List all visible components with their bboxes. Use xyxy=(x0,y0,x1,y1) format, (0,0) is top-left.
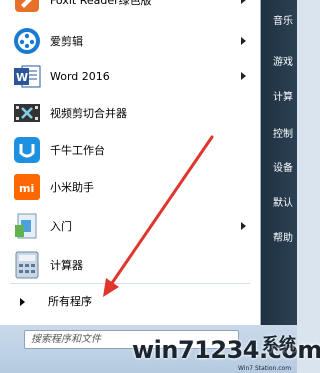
getting-started-icon xyxy=(12,211,42,241)
submenu-arrow-icon xyxy=(241,37,246,45)
right-item-default-programs[interactable]: 默认 xyxy=(273,194,293,209)
program-item-video-cutter[interactable]: 视频剪切合并器 xyxy=(0,95,258,132)
right-item-games[interactable]: 游戏 xyxy=(273,53,293,68)
svg-text:mi: mi xyxy=(19,182,34,195)
start-menu-right-column: 音乐 游戏 计算 控制 设备 默认 帮助 xyxy=(261,0,297,325)
program-item-mi-assistant[interactable]: mi 小米助手 xyxy=(0,169,258,206)
submenu-arrow-icon xyxy=(241,222,246,230)
program-item-getting-started[interactable]: 入门 xyxy=(0,208,258,245)
program-label: Word 2016 xyxy=(50,70,110,83)
right-item-devices[interactable]: 设备 xyxy=(273,159,293,174)
svg-text:W: W xyxy=(16,71,28,84)
start-menu-program-list: Foxit Reader绿色版 爱剪辑 W Word 2016 视频剪切合并器 … xyxy=(0,0,261,325)
program-item-word[interactable]: W Word 2016 xyxy=(0,58,258,95)
qianniu-icon xyxy=(12,135,42,165)
watermark: win71234.com 系统 Win7 Station.com xyxy=(130,330,320,373)
watermark-brand: 系统 xyxy=(262,335,296,355)
program-label: 视频剪切合并器 xyxy=(50,107,127,120)
program-label: 入门 xyxy=(50,220,72,233)
foxit-reader-icon xyxy=(12,0,42,15)
submenu-arrow-icon xyxy=(241,0,246,4)
calculator-icon xyxy=(12,250,42,280)
program-label: 计算器 xyxy=(50,259,83,272)
right-item-control-panel[interactable]: 控制 xyxy=(273,125,293,140)
aijianji-icon xyxy=(12,26,42,56)
video-cutter-icon xyxy=(12,98,42,128)
program-label: 小米助手 xyxy=(50,181,94,194)
mi-assistant-icon: mi xyxy=(12,172,42,202)
program-label: 爱剪辑 xyxy=(50,35,83,48)
program-item-calculator[interactable]: 计算器 xyxy=(0,247,258,284)
all-programs-button[interactable]: 所有程序 xyxy=(0,289,258,315)
right-item-computer[interactable]: 计算 xyxy=(273,88,293,103)
program-item-foxit-reader[interactable]: Foxit Reader绿色版 xyxy=(0,0,258,19)
program-item-aijianji[interactable]: 爱剪辑 xyxy=(0,23,258,60)
program-label: Foxit Reader绿色版 xyxy=(50,0,152,7)
all-programs-label: 所有程序 xyxy=(48,295,92,308)
expand-arrow-icon xyxy=(20,298,25,306)
right-item-music[interactable]: 音乐 xyxy=(273,12,293,27)
program-item-qianniu[interactable]: 千牛工作台 xyxy=(0,132,258,169)
word-icon: W xyxy=(12,61,42,91)
right-item-help[interactable]: 帮助 xyxy=(273,229,293,244)
submenu-arrow-icon xyxy=(241,72,246,80)
watermark-subtext: Win7 Station.com xyxy=(238,365,292,372)
menu-divider xyxy=(10,283,250,284)
program-label: 千牛工作台 xyxy=(50,144,105,157)
